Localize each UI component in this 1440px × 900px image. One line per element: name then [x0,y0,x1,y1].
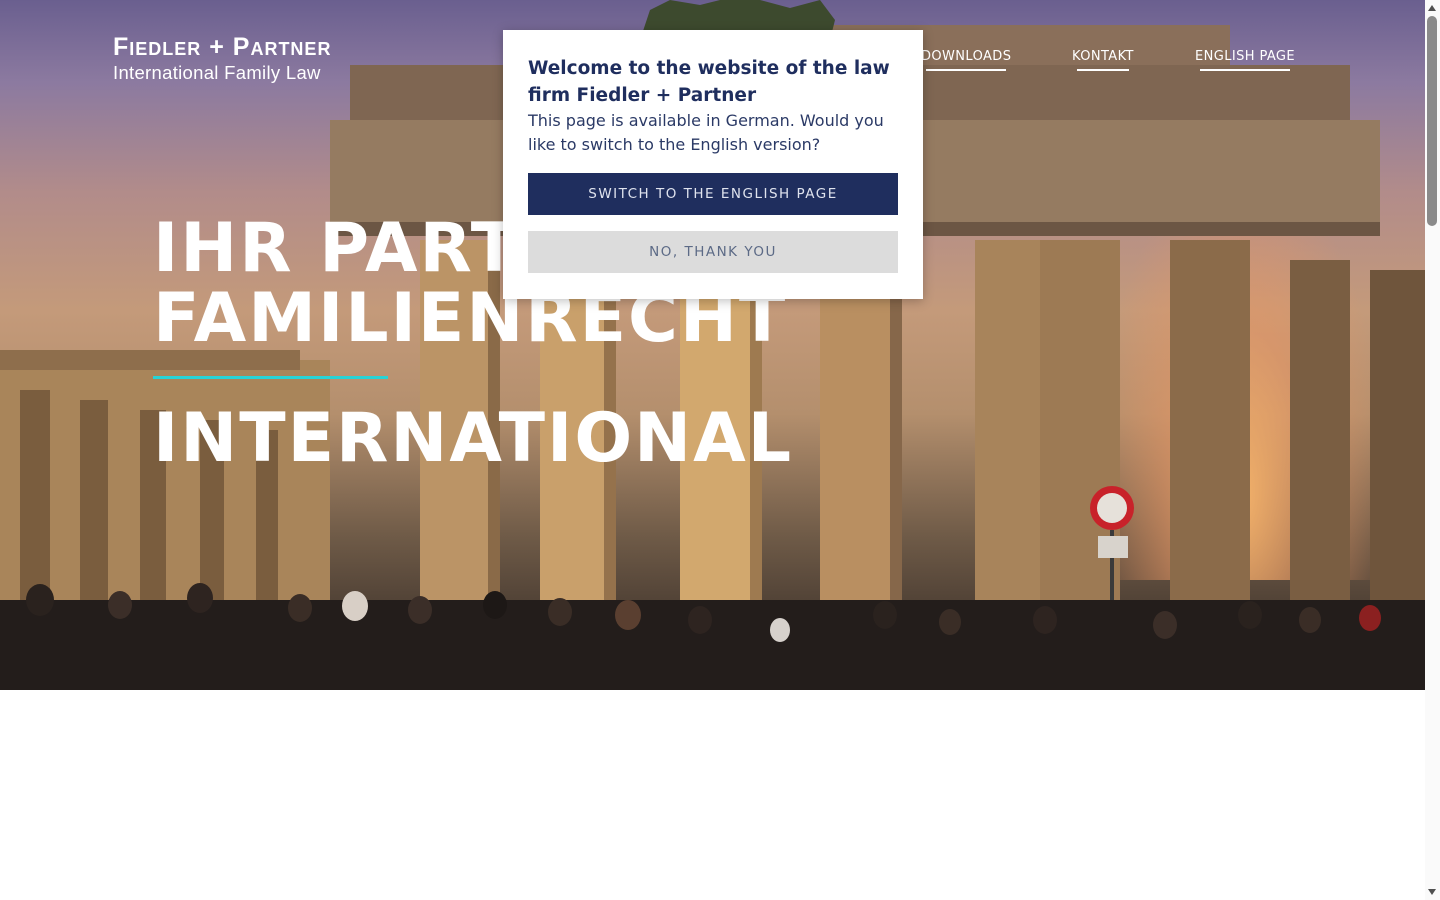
nav-downloads[interactable]: DOWNLOADS [921,49,1011,71]
headline-international: INTERNATIONAL [153,399,794,478]
logo-tagline: International Family Law [113,62,321,83]
site-logo[interactable]: Fiedler + Partner International Family L… [113,32,331,84]
nav-kontakt[interactable]: KONTAKT [1072,49,1134,71]
page-scrollbar[interactable] [1425,0,1440,900]
accent-divider [153,376,388,379]
language-switch-dialog: Welcome to the website of the law firm F… [503,30,923,299]
scroll-down-arrow-icon[interactable] [1428,889,1436,895]
scroll-thumb[interactable] [1427,16,1437,226]
scroll-up-arrow-icon[interactable] [1428,5,1436,11]
logo-title: Fiedler + Partner [113,33,332,61]
no-thank-you-button[interactable]: NO, THANK YOU [528,231,898,273]
dialog-title: Welcome to the website of the law firm F… [528,58,890,106]
switch-to-english-button[interactable]: SWITCH TO THE ENGLISH PAGE [528,173,898,215]
nav-english-page[interactable]: ENGLISH PAGE [1195,49,1295,71]
dialog-message: This page is available in German. Would … [528,111,884,154]
